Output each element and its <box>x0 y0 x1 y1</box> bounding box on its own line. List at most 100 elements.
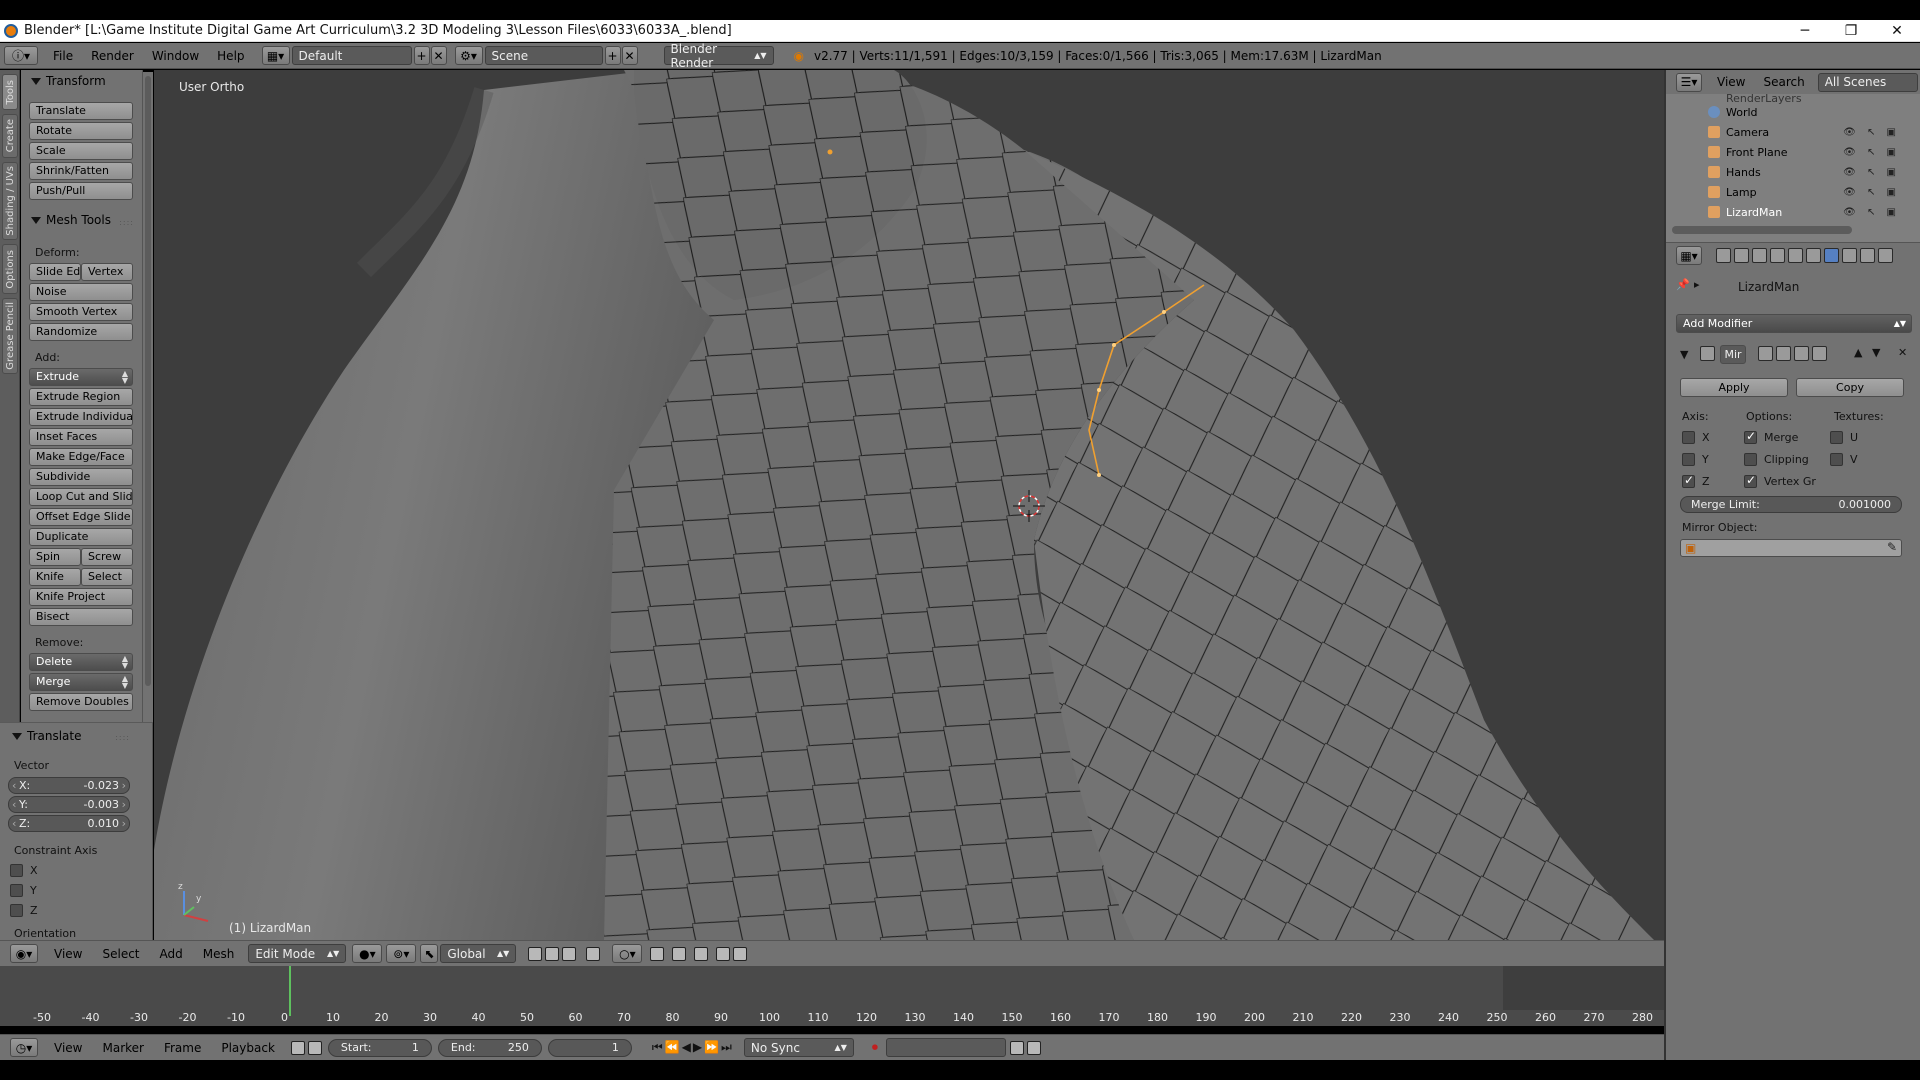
menu-window[interactable]: Window <box>143 49 208 63</box>
vertex-select-icon[interactable] <box>528 946 543 961</box>
constraints-tab-icon[interactable] <box>1806 248 1821 263</box>
rotate-button[interactable]: Rotate <box>29 122 133 140</box>
timeline-menu-playback[interactable]: Playback <box>211 1041 285 1055</box>
knife-project-button[interactable]: Knife Project <box>29 588 133 606</box>
constraint-y-checkbox[interactable] <box>10 884 23 897</box>
menu-render[interactable]: Render <box>82 49 143 63</box>
snap-element-icon[interactable] <box>672 946 687 961</box>
tab-grease-pencil[interactable]: Grease Pencil <box>2 298 18 374</box>
outliner-item-hands[interactable]: Hands 👁 ↖ ▣ <box>1666 162 1906 182</box>
extrude-individual-button[interactable]: Extrude Individual <box>29 408 133 426</box>
scale-button[interactable]: Scale <box>29 142 133 160</box>
vertex-groups-checkbox[interactable] <box>1744 473 1757 488</box>
smooth-vertex-button[interactable]: Smooth Vertex <box>29 303 133 321</box>
opengl-render-icon[interactable] <box>716 946 731 961</box>
outliner-menu-search[interactable]: Search <box>1754 75 1813 89</box>
show-render-icon[interactable] <box>1758 346 1773 361</box>
scene-tab-icon[interactable] <box>1752 248 1767 263</box>
texture-tab-icon[interactable] <box>1878 248 1893 263</box>
merge-limit-field[interactable]: Merge Limit: 0.001000 <box>1680 496 1902 513</box>
viewport-shading-icon[interactable]: ●▾ <box>352 944 383 963</box>
snap-icon[interactable] <box>650 946 665 961</box>
transform-panel-header[interactable]: Transform <box>31 74 106 88</box>
remove-modifier-icon[interactable]: ✕ <box>1898 346 1907 359</box>
translate-panel-header[interactable]: Translate <box>12 729 82 743</box>
manipulator-icon[interactable]: ⬉ <box>420 944 439 963</box>
vector-y-field[interactable]: Y: -0.003 <box>8 796 130 813</box>
remove-screen-icon[interactable]: ✕ <box>430 46 447 65</box>
tab-options[interactable]: Options <box>2 244 18 294</box>
tab-create[interactable]: Create <box>2 114 18 158</box>
axis-z-checkbox[interactable] <box>1682 473 1695 488</box>
edge-select-icon[interactable] <box>545 946 560 961</box>
current-frame-field[interactable]: 1 <box>547 1038 632 1057</box>
outliner-item-lizardman[interactable]: LizardMan 👁 ↖ ▣ <box>1666 202 1906 222</box>
record-icon[interactable]: ⏺ <box>872 1040 878 1055</box>
visibility-icons[interactable]: 👁 ↖ ▣ <box>1843 187 1900 198</box>
start-frame-field[interactable]: Start: 1 <box>327 1038 432 1057</box>
extrude-region-button[interactable]: Extrude Region <box>29 388 133 406</box>
lock-range-icon[interactable] <box>307 1040 322 1055</box>
maximize-button[interactable]: ❐ <box>1828 20 1874 42</box>
limit-selection-icon[interactable] <box>586 946 601 961</box>
close-button[interactable]: ✕ <box>1874 20 1920 42</box>
menu-mesh[interactable]: Mesh <box>193 947 245 961</box>
timeline-editor-type-icon[interactable]: ◷▾ <box>10 1038 38 1057</box>
properties-editor-type-icon[interactable]: ▦▾ <box>1676 246 1702 265</box>
menu-select[interactable]: Select <box>92 947 149 961</box>
menu-view[interactable]: View <box>44 947 92 961</box>
duplicate-button[interactable]: Duplicate <box>29 528 133 546</box>
push-pull-button[interactable]: Push/Pull <box>29 182 133 200</box>
menu-add[interactable]: Add <box>150 947 193 961</box>
knife-button[interactable]: Knife <box>29 568 81 586</box>
merge-dropdown[interactable]: Merge ▲ ▼ <box>29 673 133 691</box>
add-scene-icon[interactable]: + <box>604 46 621 65</box>
minimize-button[interactable]: ─ <box>1782 20 1828 42</box>
make-edge-face-button[interactable]: Make Edge/Face <box>29 448 133 466</box>
move-down-icon[interactable]: ▼ <box>1872 346 1880 359</box>
render-tab-icon[interactable] <box>1716 248 1731 263</box>
inset-faces-button[interactable]: Inset Faces <box>29 428 133 446</box>
offset-edge-slide-button[interactable]: Offset Edge Slide <box>29 508 133 526</box>
outliner-item-lamp[interactable]: Lamp 👁 ↖ ▣ <box>1666 182 1906 202</box>
panel-grip-icon[interactable]: :::: <box>115 733 130 742</box>
noise-button[interactable]: Noise <box>29 283 133 301</box>
clipping-checkbox[interactable] <box>1744 453 1757 466</box>
remove-scene-icon[interactable]: ✕ <box>621 46 638 65</box>
show-viewport-icon[interactable] <box>1776 346 1791 361</box>
outliner-item-world[interactable]: World <box>1666 102 1906 122</box>
translate-button[interactable]: Translate <box>29 102 133 120</box>
delete-dropdown[interactable]: Delete ▲ ▼ <box>29 653 133 671</box>
slide-vertex-button[interactable]: Vertex <box>81 263 133 281</box>
mode-select[interactable]: Edit Mode ▲▼ <box>248 944 347 963</box>
randomize-button[interactable]: Randomize <box>29 323 133 341</box>
data-tab-icon[interactable] <box>1842 248 1857 263</box>
texture-v-checkbox[interactable] <box>1830 453 1843 466</box>
add-modifier-dropdown[interactable]: Add Modifier ▲▼ <box>1676 314 1912 333</box>
proportional-edit-icon[interactable]: ○▾ <box>612 944 643 963</box>
subdivide-button[interactable]: Subdivide <box>29 468 133 486</box>
mirror-object-field[interactable]: ▣ ✎ <box>1680 539 1902 557</box>
render-layers-tab-icon[interactable] <box>1734 248 1749 263</box>
mesh-tools-panel-header[interactable]: Mesh Tools <box>31 213 111 227</box>
outliner-item-front-plane[interactable]: Front Plane 👁 ↖ ▣ <box>1666 142 1906 162</box>
object-tab-icon[interactable] <box>1788 248 1803 263</box>
timeline-menu-view[interactable]: View <box>44 1041 92 1055</box>
knife-select-button[interactable]: Select <box>81 568 133 586</box>
3d-viewport[interactable]: z y User Ortho (1) LizardMan <box>154 70 1664 940</box>
opengl-anim-icon[interactable] <box>733 946 748 961</box>
playback-controls-icon[interactable]: ⏮⏪◀▶⏩⏭ <box>652 1040 734 1055</box>
outliner-scrollbar[interactable] <box>1672 226 1852 234</box>
screen-layout-field[interactable]: Default <box>291 46 412 65</box>
3d-editor-type-icon[interactable]: ◉▾ <box>10 944 38 963</box>
end-frame-field[interactable]: End: 250 <box>437 1038 542 1057</box>
material-tab-icon[interactable] <box>1860 248 1875 263</box>
outliner-menu-view[interactable]: View <box>1708 75 1754 89</box>
visibility-icons[interactable]: 👁 ↖ ▣ <box>1843 167 1900 178</box>
pin-icon[interactable]: 📌 <box>1676 278 1690 291</box>
editor-type-info-icon[interactable]: ⓘ▾ <box>4 46 38 65</box>
visibility-icons[interactable]: 👁 ↖ ▣ <box>1843 147 1900 158</box>
show-cage-icon[interactable] <box>1812 346 1827 361</box>
vector-x-field[interactable]: X: -0.023 <box>8 777 130 794</box>
axis-x-checkbox[interactable] <box>1682 431 1695 444</box>
